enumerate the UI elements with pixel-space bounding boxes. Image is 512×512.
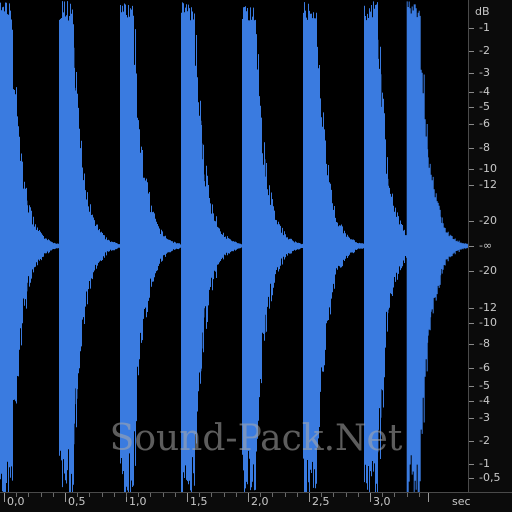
db-label: -12 [479,178,497,191]
db-label: -8 [479,141,490,154]
time-minor-tick [333,493,334,497]
db-tick [469,478,474,479]
db-tick [469,246,474,247]
time-minor-tick [114,493,115,497]
time-tick [187,493,188,502]
db-label: -20 [479,214,497,227]
db-tick [469,28,474,29]
db-label: -4 [479,85,490,98]
db-tick [469,107,474,108]
time-minor-tick [297,493,298,497]
time-ruler[interactable]: sec 0,0 0,5 1,0 1,5 2,0 2,5 3,0 [0,492,512,512]
db-label: -2 [479,44,490,57]
db-tick [469,73,474,74]
time-minor-tick [382,493,383,497]
waveform-display[interactable] [0,0,468,492]
time-minor-tick [28,493,29,497]
db-label: -2 [479,434,490,447]
time-minor-tick [358,493,359,497]
time-minor-tick [419,493,420,497]
db-label: -6 [479,361,490,374]
waveform-path [0,1,468,492]
waveform-editor: dB -1 -2 -3 -4 -5 -6 -8 -10 -12 -20 -∞ -20 -12 -10 -8 -6… [0,0,512,512]
db-tick [469,271,474,272]
time-label: 1,0 [129,495,147,508]
db-label: -5 [479,100,490,113]
time-tick [248,493,249,502]
db-label: -12 [479,301,497,314]
db-scale: dB -1 -2 -3 -4 -5 -6 -8 -10 -12 -20 -∞ -20 -12 -10 -8 -6… [468,0,512,492]
time-minor-tick [53,493,54,497]
db-tick [469,418,474,419]
db-tick [469,464,474,465]
time-minor-tick [89,493,90,497]
time-minor-tick [260,493,261,497]
time-tick [4,493,5,502]
time-minor-tick [175,493,176,497]
time-label: 3,0 [373,495,391,508]
time-minor-tick [77,493,78,497]
time-minor-tick [102,493,103,497]
time-minor-tick [150,493,151,497]
db-label: -10 [479,162,497,175]
db-label: -0,5 [479,471,501,484]
db-tick [469,185,474,186]
db-tick [469,441,474,442]
time-minor-tick [126,493,127,497]
time-minor-tick [211,493,212,497]
time-label: 2,5 [312,495,330,508]
time-minor-tick [199,493,200,497]
time-minor-tick [346,493,347,497]
db-label: -3 [479,66,490,79]
db-label: -∞ [479,239,493,252]
db-label: -10 [479,316,497,329]
time-label: 0,0 [7,495,25,508]
db-tick [469,368,474,369]
db-tick [469,92,474,93]
db-tick [469,169,474,170]
time-minor-tick [224,493,225,497]
db-label: -1 [479,21,490,34]
time-minor-tick [394,493,395,497]
time-minor-tick [285,493,286,497]
time-minor-tick [41,493,42,497]
db-tick [469,344,474,345]
time-end-tick [428,493,429,502]
db-tick [469,148,474,149]
db-tick [469,51,474,52]
db-tick [469,323,474,324]
db-label: -3 [479,411,490,424]
time-minor-tick [163,493,164,497]
db-tick [469,401,474,402]
time-minor-tick [321,493,322,497]
db-unit-label: dB [475,5,490,18]
time-tick [65,493,66,502]
time-tick [309,493,310,502]
time-minor-tick [272,493,273,497]
time-tick [370,493,371,502]
db-label: -5 [479,379,490,392]
db-tick [469,221,474,222]
db-label: -6 [479,117,490,130]
time-label: 1,5 [190,495,208,508]
time-minor-tick [236,493,237,497]
time-minor-tick [138,493,139,497]
db-label: -8 [479,337,490,350]
db-label: -4 [479,394,490,407]
db-tick [469,386,474,387]
time-unit-label: sec [452,495,471,508]
time-label: 0,5 [68,495,86,508]
db-tick [469,124,474,125]
time-minor-tick [407,493,408,497]
time-label: 2,0 [251,495,269,508]
db-label: -20 [479,264,497,277]
waveform-svg [0,1,468,492]
db-tick [469,308,474,309]
db-label: -1 [479,457,490,470]
time-minor-tick [16,493,17,497]
